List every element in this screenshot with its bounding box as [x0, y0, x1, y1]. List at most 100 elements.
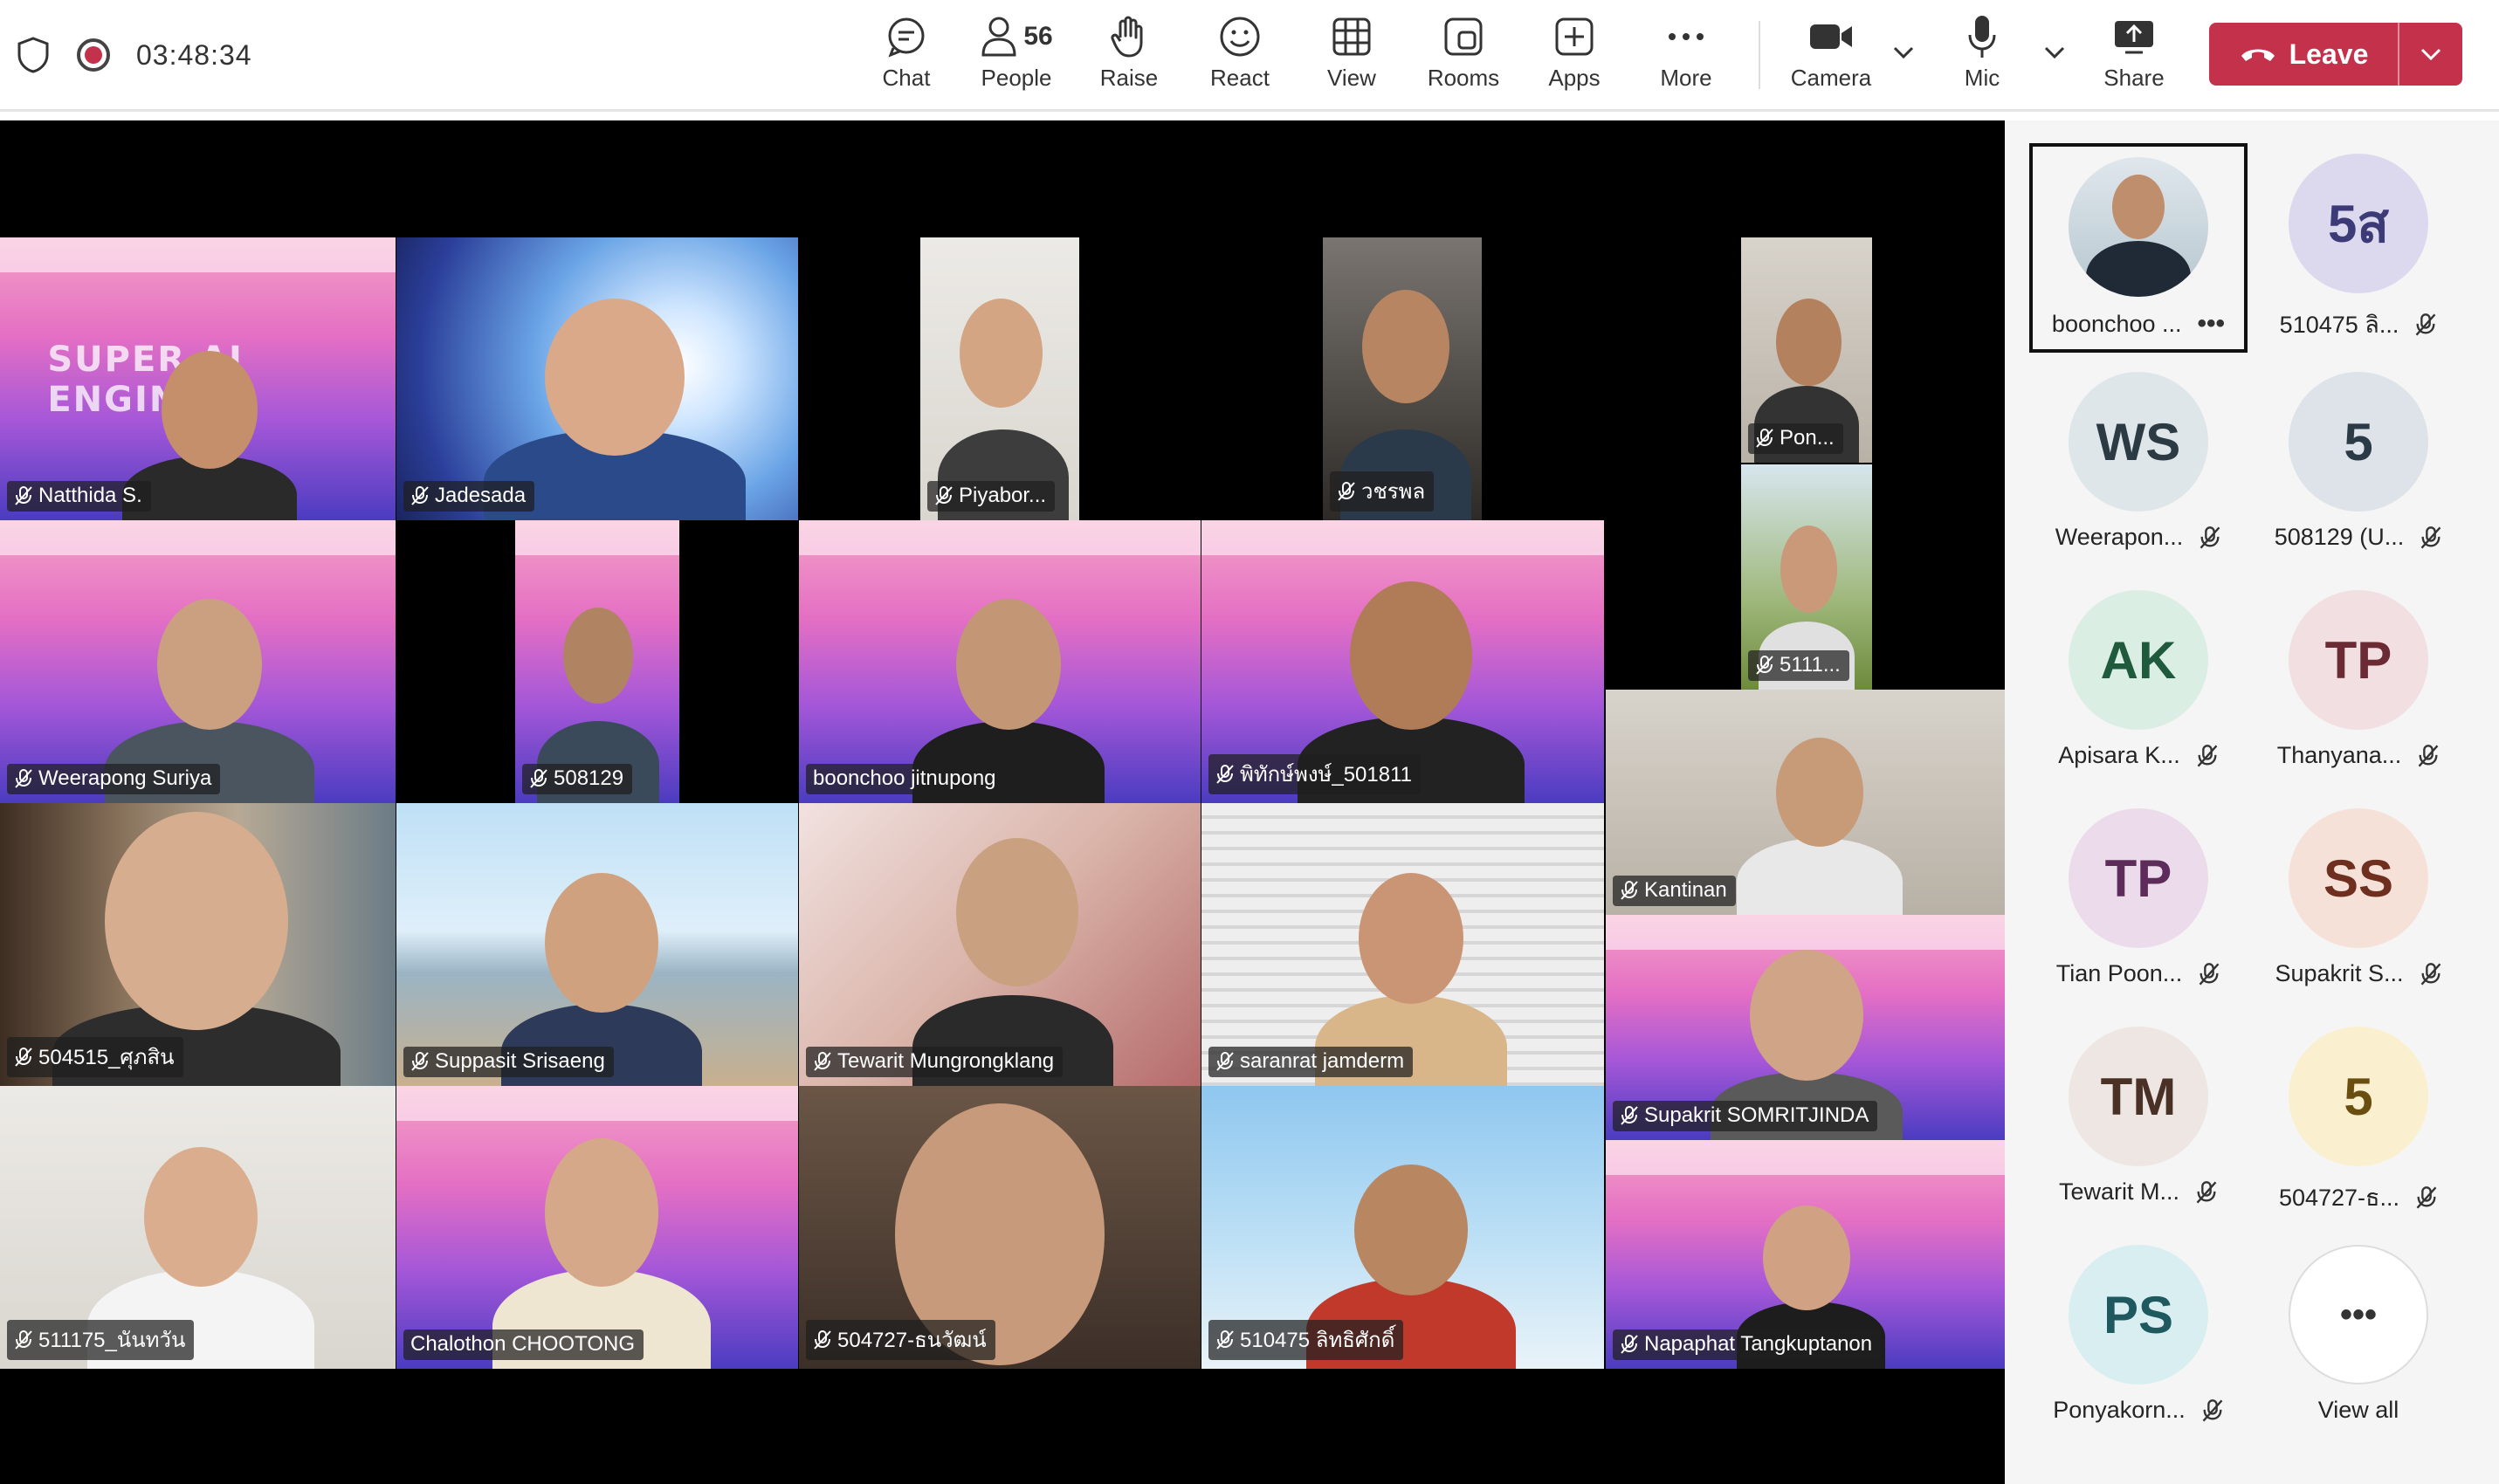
video-tile[interactable]: boonchoo jitnupong: [799, 520, 1201, 803]
video-tile[interactable]: 508129: [515, 520, 679, 803]
participants-panel: boonchoo ... ••• 5ส 510475 ลิ... WS Weer…: [2005, 120, 2499, 1484]
participant-nametag: Supakrit SOMRITJINDA: [1613, 1101, 1878, 1131]
banner-logos: [1201, 520, 1604, 555]
avatar: WS: [2069, 372, 2208, 512]
video-tile[interactable]: Tewarit Mungrongklang: [799, 803, 1201, 1086]
video-tile[interactable]: Jadesada: [396, 237, 798, 520]
rooms-icon: [1444, 17, 1483, 56]
mic-off-icon: [814, 1052, 831, 1071]
participant-card-boonchoo[interactable]: boonchoo ... •••: [2029, 143, 2248, 353]
mic-options-chevron-down-icon[interactable]: [2037, 35, 2072, 70]
raise-hand-button[interactable]: Raise: [1077, 12, 1181, 100]
share-label: Share: [2103, 65, 2165, 91]
banner-logos: [0, 237, 396, 272]
view-button[interactable]: View: [1299, 12, 1404, 100]
participant-nametag: saranrat jamderm: [1208, 1047, 1414, 1077]
participant-name: Tian Poon...: [2055, 960, 2183, 986]
participant-name: Supakrit S...: [2275, 960, 2404, 986]
avatar: TP: [2289, 590, 2428, 730]
participant-card[interactable]: SS Supakrit S...: [2249, 798, 2468, 1007]
video-tile[interactable]: 510475 ลิทธิศักดิ์: [1201, 1086, 1604, 1369]
mic-label: Mic: [1964, 65, 2000, 91]
video-tile[interactable]: วชรพล: [1323, 237, 1482, 520]
share-button[interactable]: Share: [2082, 12, 2186, 100]
camera-label: Camera: [1790, 65, 1872, 91]
participant-name: Weerapon...: [2055, 524, 2184, 550]
toolbar-divider: [1759, 21, 1760, 89]
banner-logos: [1606, 915, 2005, 950]
participant-nametag: Kantinan: [1613, 876, 1736, 906]
mic-off-icon: [2420, 962, 2440, 985]
participant-card[interactable]: 5 504727-ธ...: [2249, 1016, 2468, 1226]
participant-nametag: Natthida S.: [7, 481, 151, 512]
mic-off-icon: [411, 1052, 429, 1071]
mic-off-icon: [15, 486, 32, 505]
mic-off-icon: [15, 769, 32, 788]
participant-card[interactable]: 5 508129 (U...: [2249, 361, 2468, 571]
banner-logos: [396, 1086, 798, 1121]
participant-nametag: 511175_นันทวัน: [7, 1320, 195, 1360]
participant-more-options-icon[interactable]: •••: [2198, 309, 2226, 339]
avatar: AK: [2069, 590, 2208, 730]
banner-logos: [515, 520, 679, 555]
rooms-button[interactable]: Rooms: [1411, 12, 1516, 100]
video-tile[interactable]: Napaphat Tangkuptanon: [1606, 1140, 2005, 1369]
participant-card[interactable]: PS Ponyakorn...: [2029, 1234, 2248, 1444]
video-tile[interactable]: SUPER AI ENGINEER Natthida S.: [0, 237, 396, 520]
video-tile[interactable]: Supakrit SOMRITJINDA: [1606, 915, 2005, 1140]
mic-off-icon: [1216, 1052, 1234, 1071]
video-tile[interactable]: 5111...: [1741, 464, 1872, 690]
participant-card[interactable]: TM Tewarit M...: [2029, 1016, 2248, 1226]
participant-name: 510475 ลิ...: [2279, 312, 2399, 338]
avatar: TP: [2069, 808, 2208, 948]
leave-label: Leave: [2289, 38, 2369, 70]
participant-count: 56: [1023, 22, 1053, 51]
participant-nametag: 504515_ศุภสิน: [7, 1037, 183, 1077]
video-tile[interactable]: Suppasit Srisaeng: [396, 803, 798, 1086]
more-button[interactable]: More: [1634, 12, 1738, 100]
mic-off-icon: [814, 1329, 831, 1350]
participant-card[interactable]: TP Tian Poon...: [2029, 798, 2248, 1007]
video-tile[interactable]: Chalothon CHOOTONG: [396, 1086, 798, 1369]
leave-button[interactable]: Leave: [2209, 23, 2399, 86]
view-all-button[interactable]: ••• View all: [2249, 1234, 2468, 1444]
participant-name: Tewarit M...: [2058, 1178, 2180, 1205]
more-icon: •••: [2289, 1245, 2428, 1384]
banner-logos: [799, 520, 1201, 555]
participant-card[interactable]: WS Weerapon...: [2029, 361, 2248, 571]
react-button[interactable]: React: [1188, 12, 1292, 100]
video-tile[interactable]: Weerapong Suriya: [0, 520, 396, 803]
microphone-icon: [1968, 16, 1996, 58]
more-icon: [1669, 33, 1704, 40]
mic-off-icon: [1621, 1106, 1638, 1125]
mic-off-icon: [1621, 881, 1638, 900]
leave-options-chevron-down-icon[interactable]: [2399, 23, 2462, 86]
participant-card[interactable]: TP Thanyana...: [2249, 580, 2468, 789]
avatar: TM: [2069, 1027, 2208, 1166]
participant-nametag: Tewarit Mungrongklang: [806, 1047, 1064, 1077]
video-tile[interactable]: 511175_นันทวัน: [0, 1086, 396, 1369]
people-button[interactable]: 56 People: [964, 12, 1069, 100]
rooms-label: Rooms: [1427, 65, 1500, 91]
mic-off-icon: [1216, 764, 1234, 784]
camera-options-chevron-down-icon[interactable]: [1886, 35, 1921, 70]
video-tile[interactable]: พิทักษ์พงษ์_501811: [1201, 520, 1604, 803]
video-tile[interactable]: 504515_ศุภสิน: [0, 803, 396, 1086]
video-tile[interactable]: Pon...: [1741, 237, 1872, 463]
video-tile[interactable]: Kantinan: [1606, 690, 2005, 915]
shield-icon[interactable]: [16, 36, 51, 74]
avatar: 5: [2289, 372, 2428, 512]
mic-off-icon: [2416, 1185, 2437, 1208]
mic-off-icon: [935, 486, 953, 505]
view-all-label: View all: [2317, 1397, 2399, 1423]
chat-button[interactable]: Chat: [854, 12, 959, 100]
participant-card[interactable]: AK Apisara K...: [2029, 580, 2248, 789]
video-tile[interactable]: saranrat jamderm: [1201, 803, 1604, 1086]
video-tile[interactable]: 504727-ธนวัฒน์: [799, 1086, 1201, 1369]
camera-button[interactable]: Camera: [1779, 12, 1883, 100]
participant-card[interactable]: 5ส 510475 ลิ...: [2249, 143, 2468, 353]
video-tile[interactable]: Piyabor...: [920, 237, 1079, 520]
apps-button[interactable]: Apps: [1522, 12, 1627, 100]
mic-button[interactable]: Mic: [1930, 12, 2034, 100]
mic-off-icon: [1216, 1329, 1234, 1350]
